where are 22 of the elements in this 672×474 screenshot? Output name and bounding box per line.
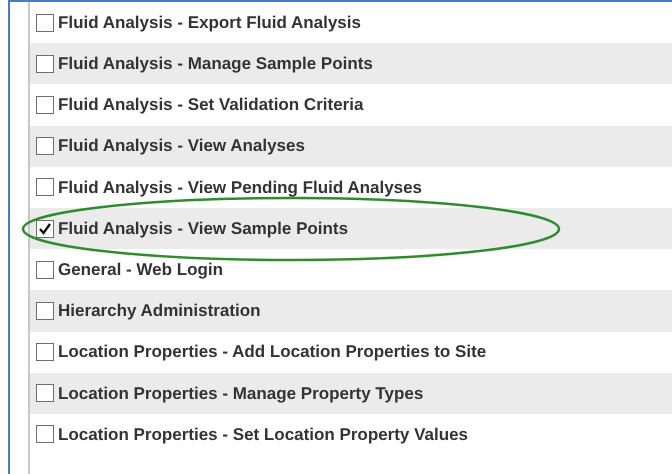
permission-label: General - Web Login: [58, 258, 223, 281]
permission-label: Location Properties - Set Location Property Values: [58, 424, 468, 446]
checkbox[interactable]: [36, 425, 54, 444]
permission-label: Fluid Analysis - Export Fluid Analysis: [58, 12, 361, 34]
permission-label: Location Properties - Add Location Properties to Site: [58, 341, 486, 364]
checkbox[interactable]: [36, 260, 54, 279]
checkbox[interactable]: [36, 302, 54, 320]
checkbox[interactable]: [36, 178, 54, 196]
permission-label: Location Properties - Manage Property Types: [58, 382, 424, 405]
checkbox[interactable]: [36, 14, 54, 32]
checkbox[interactable]: [36, 96, 54, 114]
permission-label: Fluid Analysis - View Pending Fluid Analyses: [58, 176, 422, 199]
permission-label: Hierarchy Administration: [58, 300, 260, 322]
permission-label: Fluid Analysis - View Sample Points: [58, 218, 348, 240]
permission-label: Fluid Analysis - Manage Sample Points: [58, 53, 373, 76]
checkbox[interactable]: [36, 220, 54, 238]
checkbox[interactable]: [36, 54, 54, 73]
checkbox[interactable]: [36, 384, 54, 402]
permission-label: Fluid Analysis - Set Validation Criteria: [58, 94, 364, 116]
permission-label: Fluid Analysis - View Analyses: [58, 135, 305, 158]
checkbox[interactable]: [36, 343, 54, 362]
checkbox[interactable]: [36, 137, 54, 156]
